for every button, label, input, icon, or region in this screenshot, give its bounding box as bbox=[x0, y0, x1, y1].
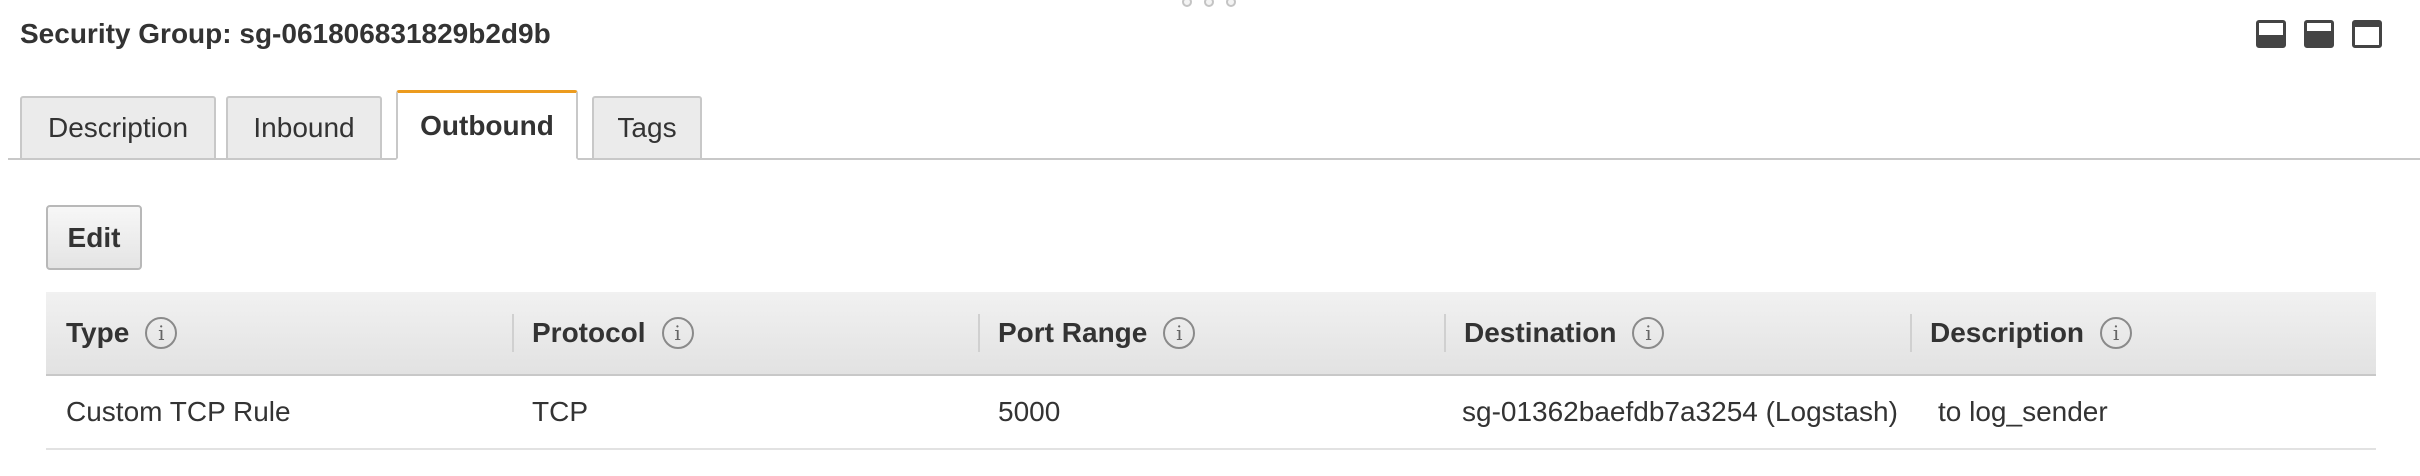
grip-dot bbox=[1182, 0, 1192, 7]
column-header-protocol: Protocol i bbox=[512, 292, 978, 374]
column-label: Protocol bbox=[532, 317, 646, 348]
column-divider[interactable] bbox=[978, 314, 980, 352]
dock-bottom-icon[interactable] bbox=[2256, 20, 2286, 48]
column-divider[interactable] bbox=[1444, 314, 1446, 352]
info-icon[interactable]: i bbox=[2100, 317, 2133, 349]
info-icon[interactable]: i bbox=[1163, 317, 1196, 349]
column-divider[interactable] bbox=[1910, 314, 1912, 352]
info-icon[interactable]: i bbox=[145, 317, 178, 349]
panel-resize-handle[interactable] bbox=[1182, 0, 1236, 7]
panel-title: Security Group: sg-061806831829b2d9b bbox=[20, 18, 551, 49]
column-label: Description bbox=[1930, 317, 2085, 348]
tab-outbound[interactable]: Outbound bbox=[396, 90, 578, 160]
info-icon[interactable]: i bbox=[661, 317, 694, 349]
column-divider[interactable] bbox=[512, 314, 514, 352]
column-label: Port Range bbox=[998, 317, 1148, 348]
grip-dot bbox=[1226, 0, 1236, 7]
cell-port-range: 5000 bbox=[998, 396, 1061, 427]
cell-type: Custom TCP Rule bbox=[66, 396, 291, 427]
dock-half-icon[interactable] bbox=[2304, 20, 2334, 48]
column-label: Type bbox=[66, 317, 130, 348]
column-header-destination: Destination i bbox=[1444, 292, 1910, 374]
table-header: Type i Protocol i Port Range i Destinati… bbox=[46, 292, 2376, 376]
tab-inbound[interactable]: Inbound bbox=[226, 96, 382, 160]
cell-description: to log_sender bbox=[1938, 396, 2108, 427]
tab-tags[interactable]: Tags bbox=[592, 96, 702, 160]
cell-destination: sg-01362baefdb7a3254 (Logstash) bbox=[1462, 396, 1898, 427]
column-header-type: Type i bbox=[46, 292, 512, 374]
info-icon[interactable]: i bbox=[1632, 317, 1665, 349]
tab-description[interactable]: Description bbox=[20, 96, 216, 160]
cell-protocol: TCP bbox=[532, 396, 588, 427]
dock-full-icon[interactable] bbox=[2352, 20, 2382, 48]
grip-dot bbox=[1204, 0, 1214, 7]
edit-button[interactable]: Edit bbox=[46, 205, 142, 270]
column-header-port-range: Port Range i bbox=[978, 292, 1444, 374]
column-label: Destination bbox=[1464, 317, 1617, 348]
view-controls bbox=[2256, 20, 2382, 48]
tabs-bar: Description Inbound Outbound Tags bbox=[8, 90, 2420, 160]
table-row[interactable]: Custom TCP Rule TCP 5000 sg-01362baefdb7… bbox=[46, 376, 2376, 450]
outbound-rules-table: Type i Protocol i Port Range i Destinati… bbox=[46, 292, 2376, 450]
column-header-description: Description i bbox=[1910, 292, 2376, 374]
